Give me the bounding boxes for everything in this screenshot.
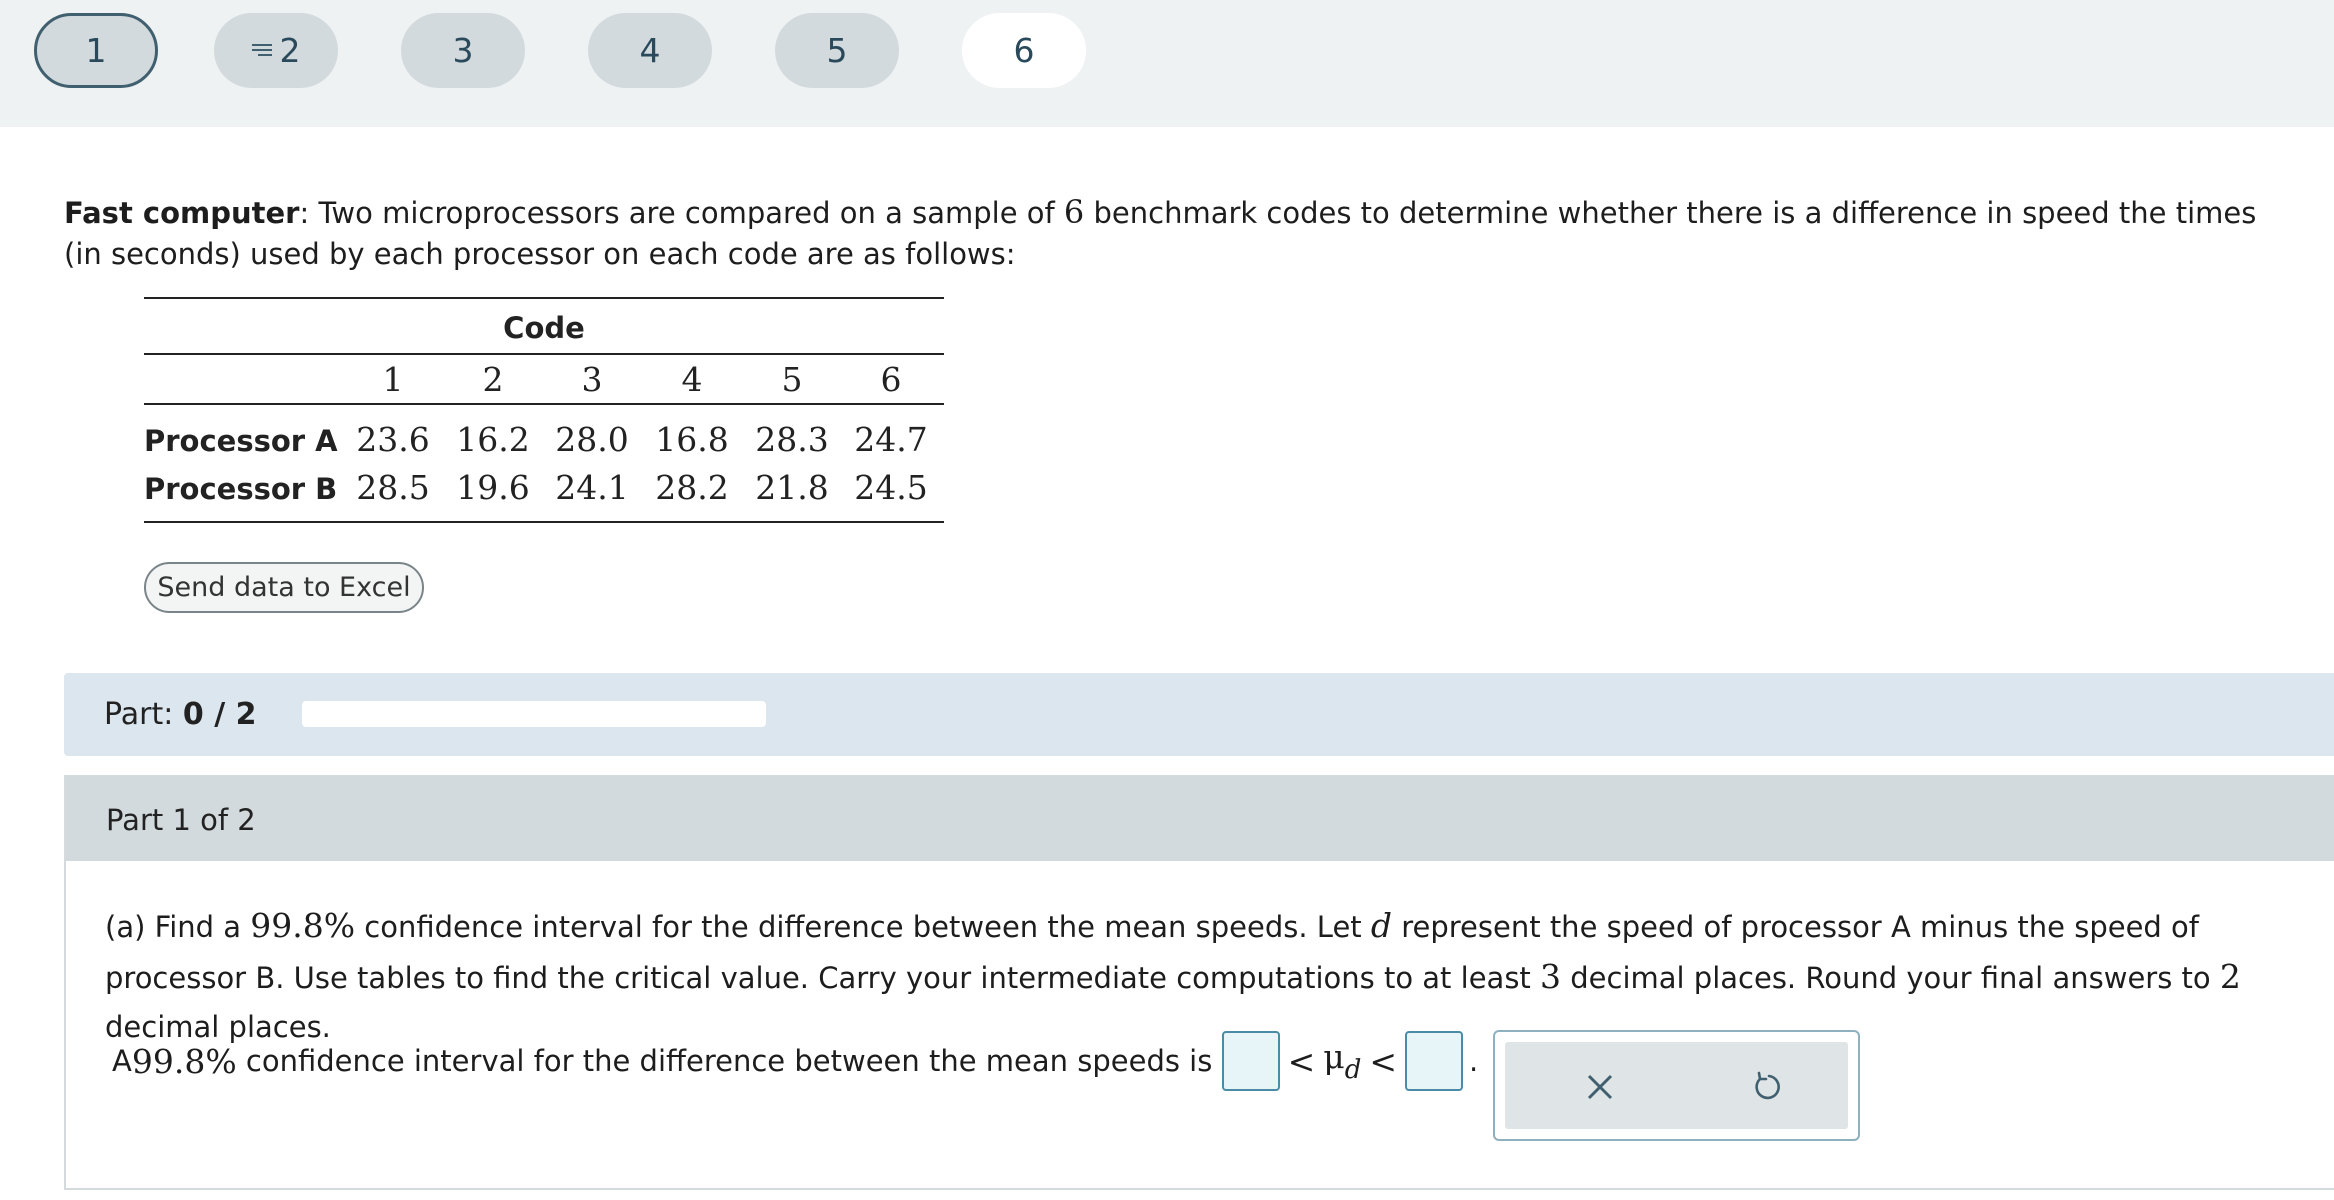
upper-bound-input[interactable] xyxy=(1405,1031,1463,1091)
answer-period: . xyxy=(1469,1044,1479,1078)
part-count: 0 / 2 xyxy=(182,697,257,732)
table-rule-bottom xyxy=(144,521,944,523)
answer-text: confidence interval for the difference b… xyxy=(236,1044,1222,1078)
lower-bound-input[interactable] xyxy=(1221,1031,1280,1091)
mu-letter: μ xyxy=(1323,1037,1345,1076)
row-label-processor-a: Processor A xyxy=(144,424,338,458)
code-header-1: 1 xyxy=(382,360,404,399)
list-icon xyxy=(251,43,272,59)
part-label: Part: xyxy=(104,697,183,732)
code-header-5: 5 xyxy=(781,360,803,399)
table-header-code: Code xyxy=(503,311,585,345)
question-nav: 1 2 3 4 5 6 xyxy=(0,0,2334,127)
question-4-button[interactable]: 4 xyxy=(588,13,712,88)
sample-size: 6 xyxy=(1063,193,1085,231)
problem-statement: Fast computer: Two microprocessors are c… xyxy=(64,192,2284,275)
question-5-label: 5 xyxy=(826,31,848,70)
clear-button[interactable] xyxy=(1575,1062,1625,1112)
table-rule-codes xyxy=(144,403,944,405)
question-3-button[interactable]: 3 xyxy=(401,13,525,88)
cell-b-5: 21.8 xyxy=(755,468,829,507)
problem-text-a: : Two microprocessors are compared on a … xyxy=(299,196,1064,230)
less-than-symbol-1: < xyxy=(1287,1041,1316,1081)
answer-row: A 99.8% confidence interval for the diff… xyxy=(112,1030,1478,1092)
cell-a-2: 16.2 xyxy=(456,420,530,459)
cell-b-1: 28.5 xyxy=(356,468,430,507)
code-header-6: 6 xyxy=(880,360,902,399)
question-2-label: 2 xyxy=(279,31,301,70)
code-header-3: 3 xyxy=(581,360,603,399)
final-decimals: 2 xyxy=(2219,957,2241,996)
cell-a-1: 23.6 xyxy=(356,420,430,459)
answer-tools-inner xyxy=(1505,1042,1848,1129)
cell-b-4: 28.2 xyxy=(655,468,729,507)
question-text-2: confidence interval for the difference b… xyxy=(355,910,1371,944)
close-icon xyxy=(1587,1074,1613,1100)
cell-a-3: 28.0 xyxy=(555,420,629,459)
intermediate-decimals: 3 xyxy=(1540,957,1562,996)
problem-title: Fast computer xyxy=(64,196,300,230)
cell-a-5: 28.3 xyxy=(755,420,829,459)
less-than-symbol-2: < xyxy=(1369,1041,1397,1081)
confidence-level: 99.8% xyxy=(250,906,356,945)
question-5-button[interactable]: 5 xyxy=(775,13,899,88)
answer-confidence: 99.8% xyxy=(131,1041,237,1081)
variable-d: d xyxy=(1370,906,1393,945)
cell-b-3: 24.1 xyxy=(555,468,629,507)
undo-icon xyxy=(1755,1071,1780,1100)
question-4-label: 4 xyxy=(639,31,661,70)
question-1-button[interactable]: 1 xyxy=(34,13,158,88)
send-to-excel-button[interactable]: Send data to Excel xyxy=(144,562,424,613)
part-header: Part 1 of 2 xyxy=(66,777,2334,861)
question-text-4: decimal places. Round your final answers… xyxy=(1561,961,2220,995)
question-text-1: (a) Find a xyxy=(105,910,251,944)
answer-tools xyxy=(1493,1030,1860,1141)
table-rule-top xyxy=(144,297,944,299)
undo-button[interactable] xyxy=(1742,1062,1792,1112)
answer-prefix: A xyxy=(112,1044,132,1078)
question-6-button[interactable]: 6 xyxy=(962,13,1086,88)
question-6-label: 6 xyxy=(1013,31,1035,70)
cell-b-6: 24.5 xyxy=(854,468,928,507)
table-rule-header xyxy=(144,353,944,355)
cell-b-2: 19.6 xyxy=(456,468,530,507)
code-header-4: 4 xyxy=(681,360,703,399)
code-header-2: 2 xyxy=(482,360,504,399)
mu-d-symbol: μd xyxy=(1323,1037,1361,1085)
part-progress-label: Part: 0 / 2 xyxy=(104,697,256,732)
cell-a-4: 16.8 xyxy=(655,420,729,459)
mu-subscript: d xyxy=(1344,1055,1362,1085)
part-progress: Part: 0 / 2 xyxy=(64,673,2334,756)
cell-a-6: 24.7 xyxy=(854,420,928,459)
progress-track xyxy=(302,701,766,727)
question-2-button[interactable]: 2 xyxy=(214,13,338,88)
part-heading: Part 1 of 2 xyxy=(106,803,256,837)
question-1-label: 1 xyxy=(85,31,107,70)
question-3-label: 3 xyxy=(452,31,474,70)
row-label-processor-b: Processor B xyxy=(144,472,338,506)
